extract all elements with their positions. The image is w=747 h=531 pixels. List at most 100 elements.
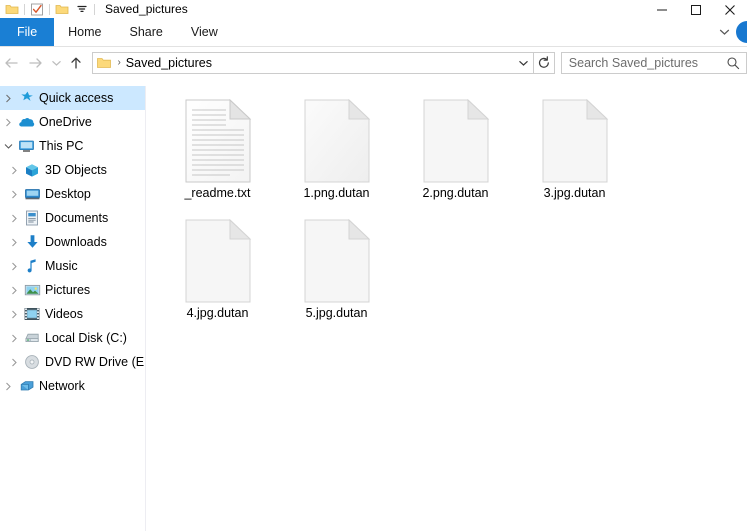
generic-file-icon — [301, 92, 373, 186]
chevron-right-icon[interactable] — [0, 118, 16, 127]
chevron-right-icon[interactable] — [6, 310, 22, 319]
navigation-pane: Quick access OneDrive This PC 3D Objects… — [0, 86, 145, 531]
file-item[interactable]: 1.png.dutan — [277, 92, 396, 210]
chevron-down-icon[interactable] — [72, 0, 92, 18]
chevron-right-icon[interactable] — [6, 262, 22, 271]
file-name-label: _readme.txt — [184, 186, 251, 200]
generic-file-icon — [301, 212, 373, 306]
ribbon-right-controls — [712, 18, 747, 46]
chevron-right-icon[interactable] — [6, 190, 22, 199]
file-list-pane[interactable]: _readme.txt 1.png.dutan 2.png.dutan 3.jp… — [146, 86, 747, 531]
breadcrumb-current-folder[interactable]: Saved_pictures — [126, 56, 212, 70]
file-name-label: 3.jpg.dutan — [543, 186, 606, 200]
sidebar-item-label: Quick access — [39, 91, 114, 105]
file-item[interactable]: 4.jpg.dutan — [158, 212, 277, 330]
file-item[interactable]: 2.png.dutan — [396, 92, 515, 210]
up-button[interactable] — [64, 50, 88, 76]
chevron-right-icon[interactable] — [6, 214, 22, 223]
help-circle-icon[interactable] — [736, 21, 747, 43]
network-icon — [16, 379, 36, 393]
chevron-right-icon[interactable] — [6, 286, 22, 295]
disc-drive-icon — [22, 354, 42, 370]
window-title: Saved_pictures — [105, 2, 188, 16]
window-controls — [645, 0, 747, 20]
sidebar-item-this-pc[interactable]: This PC — [0, 134, 145, 158]
tab-share[interactable]: Share — [116, 18, 177, 46]
picture-icon — [22, 283, 42, 297]
file-grid: _readme.txt 1.png.dutan 2.png.dutan 3.jp… — [146, 86, 747, 332]
address-path-box[interactable]: › Saved_pictures — [92, 51, 535, 74]
minimize-button[interactable] — [645, 0, 679, 20]
file-item[interactable]: 3.jpg.dutan — [515, 92, 634, 210]
title-bar: Saved_pictures — [0, 0, 747, 18]
sidebar-item-downloads[interactable]: Downloads — [0, 230, 145, 254]
sidebar-item-3d-objects[interactable]: 3D Objects — [0, 158, 145, 182]
file-name-label: 1.png.dutan — [303, 186, 370, 200]
close-button[interactable] — [713, 0, 747, 20]
checkbox-icon[interactable] — [27, 0, 47, 18]
video-icon — [22, 307, 42, 321]
sidebar-item-quick-access[interactable]: Quick access — [0, 86, 145, 110]
back-button[interactable] — [0, 50, 24, 76]
chevron-right-icon[interactable] — [6, 238, 22, 247]
folder-icon — [96, 56, 112, 70]
download-arrow-icon — [22, 234, 42, 250]
cube-icon — [22, 163, 42, 178]
star-icon — [16, 90, 36, 106]
search-input[interactable]: Search Saved_pictures — [560, 51, 747, 74]
sidebar-item-label: Pictures — [45, 283, 91, 297]
hard-drive-icon — [22, 331, 42, 345]
search-icon[interactable] — [726, 56, 740, 70]
chevron-right-icon[interactable] — [0, 94, 16, 103]
sidebar-item-label: Local Disk (C:) — [45, 331, 127, 345]
search-placeholder: Search Saved_pictures — [568, 55, 699, 70]
breadcrumb-separator[interactable]: › — [117, 57, 120, 68]
refresh-button[interactable] — [534, 51, 555, 74]
forward-button[interactable] — [24, 50, 48, 76]
chevron-right-icon[interactable] — [6, 166, 22, 175]
sidebar-item-label: Downloads — [45, 235, 107, 249]
file-item[interactable]: _readme.txt — [158, 92, 277, 210]
sidebar-item-network[interactable]: Network — [0, 374, 145, 398]
sidebar-item-label: DVD RW Drive (E:) N — [45, 355, 145, 369]
sidebar-item-videos[interactable]: Videos — [0, 302, 145, 326]
tab-view[interactable]: View — [177, 18, 232, 46]
monitor-icon — [16, 139, 36, 153]
chevron-down-icon[interactable] — [712, 18, 736, 46]
recent-locations-button[interactable] — [48, 50, 65, 76]
sidebar-item-label: This PC — [39, 139, 84, 153]
sidebar-item-music[interactable]: Music — [0, 254, 145, 278]
maximize-button[interactable] — [679, 0, 713, 20]
sidebar-item-local-disk-c[interactable]: Local Disk (C:) — [0, 326, 145, 350]
sidebar-item-label: Documents — [45, 211, 109, 225]
file-name-label: 5.jpg.dutan — [305, 306, 368, 320]
chevron-right-icon[interactable] — [0, 382, 16, 391]
sidebar-item-label: Desktop — [45, 187, 91, 201]
address-bar: › Saved_pictures Search Saved_pictures — [0, 47, 747, 78]
sidebar-item-dvd-drive-e[interactable]: DVD RW Drive (E:) N — [0, 350, 145, 374]
sidebar-item-label: OneDrive — [39, 115, 92, 129]
toolbar-separator — [94, 3, 95, 15]
chevron-down-icon[interactable] — [513, 59, 533, 67]
tab-file[interactable]: File — [0, 18, 55, 46]
sidebar-item-pictures[interactable]: Pictures — [0, 278, 145, 302]
generic-file-icon — [182, 212, 254, 306]
chevron-right-icon[interactable] — [6, 358, 22, 367]
sidebar-item-label: Videos — [45, 307, 83, 321]
document-icon — [22, 210, 42, 226]
folder-icon[interactable] — [52, 0, 72, 18]
sidebar-item-label: Network — [39, 379, 85, 393]
tab-home[interactable]: Home — [54, 18, 115, 46]
sidebar-item-desktop[interactable]: Desktop — [0, 182, 145, 206]
file-explorer-window: Saved_pictures File Home Share View › Sa… — [0, 0, 747, 531]
folder-icon[interactable] — [2, 0, 22, 18]
music-note-icon — [22, 258, 42, 274]
chevron-down-icon[interactable] — [0, 143, 16, 150]
ribbon-tabs: File Home Share View — [0, 18, 747, 46]
sidebar-item-onedrive[interactable]: OneDrive — [0, 110, 145, 134]
chevron-right-icon[interactable] — [6, 334, 22, 343]
generic-file-icon — [539, 92, 611, 186]
sidebar-item-documents[interactable]: Documents — [0, 206, 145, 230]
toolbar-separator — [49, 3, 50, 15]
file-item[interactable]: 5.jpg.dutan — [277, 212, 396, 330]
